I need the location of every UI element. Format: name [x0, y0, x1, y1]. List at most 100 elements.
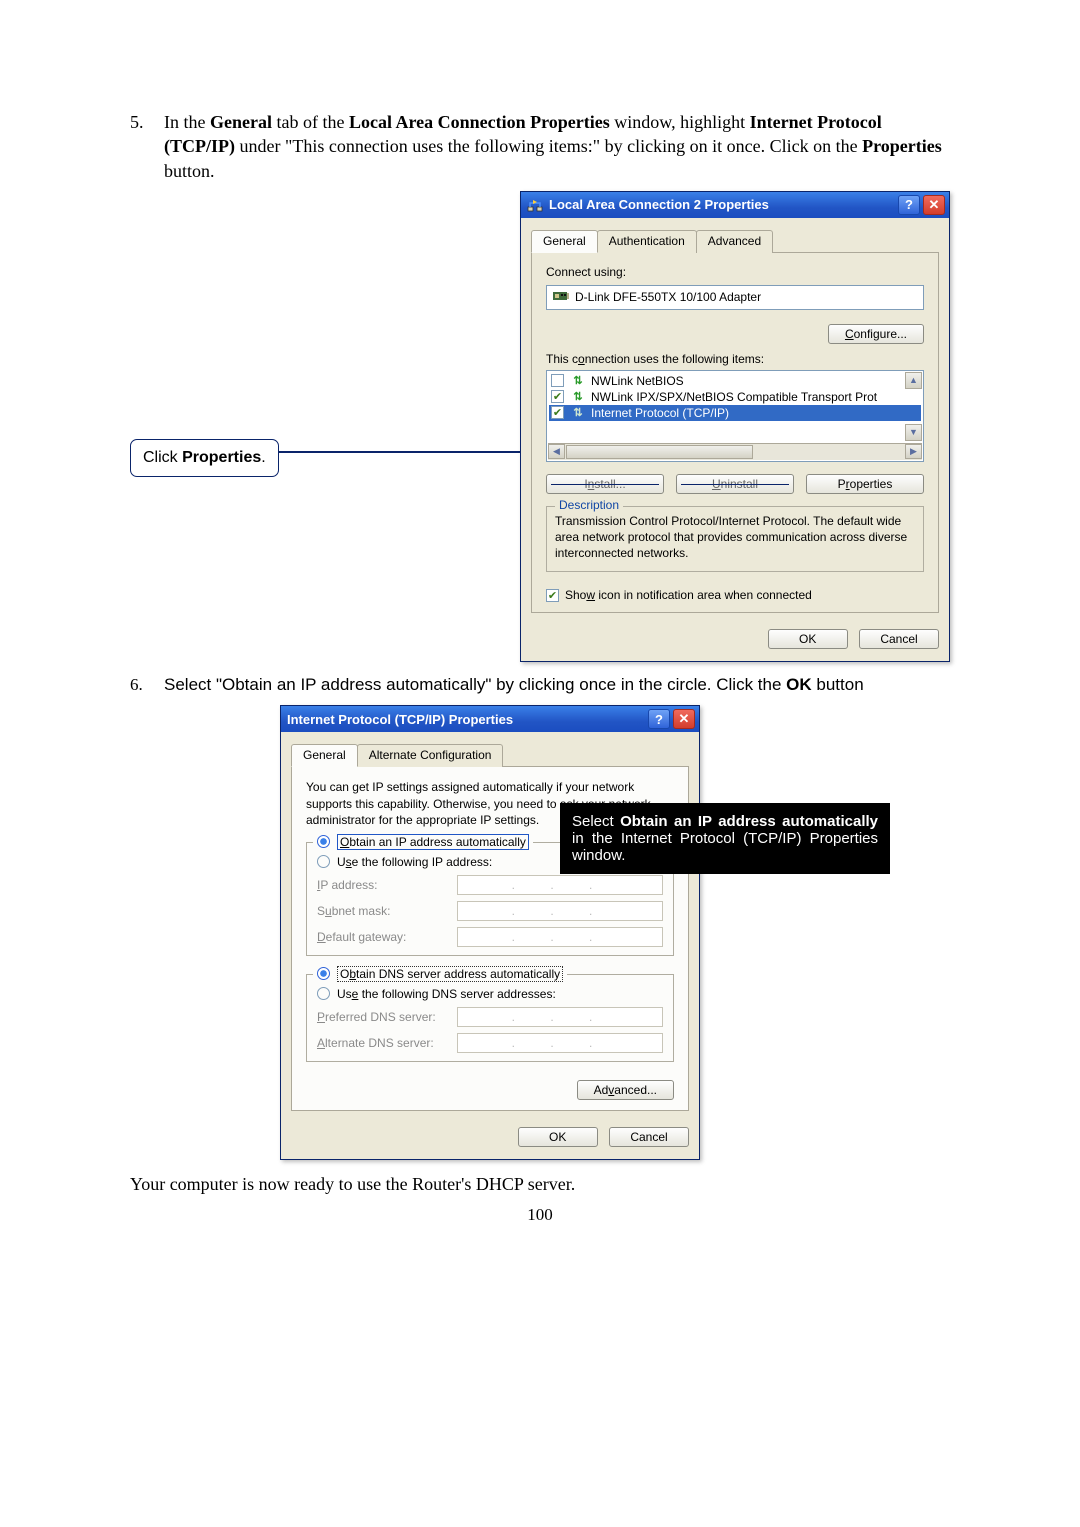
text-frag: button — [812, 675, 864, 694]
accel: n — [588, 477, 595, 491]
dialog-footer: OK Cancel — [291, 1111, 689, 1147]
radio-use-dns[interactable] — [317, 987, 330, 1000]
show-icon-checkbox-row[interactable]: ✔ Show icon in notification area when co… — [546, 588, 924, 602]
text-frag: under "This connection uses the followin… — [235, 136, 862, 156]
configure-button[interactable]: Configure... — [828, 324, 924, 344]
step-5: 5. In the General tab of the Local Area … — [130, 110, 950, 183]
scroll-down-icon[interactable]: ▼ — [905, 424, 922, 441]
accel: C — [845, 327, 854, 341]
local-area-connection-properties-dialog: Local Area Connection 2 Properties ? ✕ G… — [520, 191, 950, 663]
obtain-ip-label: Obtain an IP address automatically — [337, 834, 529, 850]
adapter-name: D-Link DFE-550TX 10/100 Adapter — [575, 290, 761, 304]
protocol-listbox[interactable]: ⇅ NWLink NetBIOS ✔ ⇅ NWLink IPX/SPX/NetB… — [546, 370, 924, 462]
advanced-button[interactable]: Advanced... — [577, 1080, 674, 1100]
accel: r — [846, 477, 850, 491]
list-item-tcpip[interactable]: ✔ ⇅ Internet Protocol (TCP/IP) — [549, 405, 921, 421]
tab-advanced[interactable]: Advanced — [696, 230, 773, 253]
tab-general[interactable]: General — [291, 744, 358, 767]
items-label: This connection uses the following items… — [546, 352, 924, 366]
text-bold: Properties — [862, 136, 942, 156]
obtain-dns-label: Obtain DNS server address automatically — [337, 966, 563, 982]
dialog-title: Internet Protocol (TCP/IP) Properties — [287, 712, 645, 727]
radio-obtain-ip[interactable] — [317, 835, 330, 848]
list-item-label: NWLink IPX/SPX/NetBIOS Compatible Transp… — [591, 390, 877, 404]
close-button[interactable]: ✕ — [673, 709, 695, 729]
help-button[interactable]: ? — [648, 709, 670, 729]
protocol-icon: ⇅ — [570, 390, 586, 403]
callout-text: Click — [143, 449, 182, 466]
dialog-titlebar: Local Area Connection 2 Properties ? ✕ — [521, 192, 949, 218]
subnet-mask-label: Subnet mask: — [317, 904, 457, 918]
list-item-nwlink-netbios[interactable]: ⇅ NWLink NetBIOS — [549, 373, 921, 389]
list-item-nwlink-ipx[interactable]: ✔ ⇅ NWLink IPX/SPX/NetBIOS Compatible Tr… — [549, 389, 921, 405]
step-text: Select "Obtain an IP address automatical… — [164, 674, 950, 697]
callout-bold: Properties — [182, 449, 261, 466]
scroll-up-icon[interactable]: ▲ — [905, 372, 922, 389]
radio-obtain-dns[interactable] — [317, 967, 330, 980]
accel: O — [340, 835, 349, 849]
checkbox-icon[interactable]: ✔ — [551, 390, 564, 403]
ok-button[interactable]: OK — [768, 629, 848, 649]
checkbox-icon[interactable]: ✔ — [546, 589, 559, 602]
scroll-right-icon[interactable]: ▶ — [905, 444, 922, 459]
dialog-footer: OK Cancel — [531, 613, 939, 649]
horizontal-scrollbar[interactable]: ◀ ▶ — [548, 443, 922, 460]
connect-using-label: Connect using: — [546, 265, 924, 279]
accel: s — [346, 855, 352, 869]
step-number: 5. — [130, 110, 164, 183]
uninstall-button[interactable]: Uninstall — [676, 474, 794, 494]
accel: U — [712, 477, 721, 491]
text-bold: General — [210, 112, 272, 132]
checkbox-icon[interactable]: ✔ — [551, 406, 564, 419]
text-frag: tab of the — [272, 112, 349, 132]
preferred-dns-input: . . . — [457, 1007, 663, 1027]
btn-rest: onfigure... — [854, 327, 907, 341]
step-text: In the General tab of the Local Area Con… — [164, 110, 950, 183]
text-frag: In the — [164, 112, 210, 132]
tab-general[interactable]: General — [531, 230, 598, 253]
text-bold: OK — [786, 675, 812, 694]
description-legend: Description — [555, 498, 623, 512]
scroll-left-icon[interactable]: ◀ — [548, 444, 565, 459]
show-icon-label: Show icon in notification area when conn… — [565, 588, 812, 602]
callout-click-properties: Click Properties. — [130, 439, 279, 477]
install-button[interactable]: Install... — [546, 474, 664, 494]
text-frag: Select "Obtain an IP address automatical… — [164, 675, 786, 694]
dialog-titlebar: Internet Protocol (TCP/IP) Properties ? … — [281, 706, 699, 732]
vertical-scrollbar[interactable]: ▲ ▼ — [905, 372, 922, 441]
subnet-mask-input: . . . — [457, 901, 663, 921]
overlay-bold: Obtain an IP address automatically — [620, 813, 878, 830]
dns-group: Obtain DNS server address automatically … — [306, 974, 674, 1062]
text-bold: Local Area Connection Properties — [349, 112, 610, 132]
dialog-title: Local Area Connection 2 Properties — [549, 197, 895, 212]
adapter-field: D-Link DFE-550TX 10/100 Adapter — [546, 285, 924, 310]
alternate-dns-label: Alternate DNS server: — [317, 1036, 457, 1050]
tab-alternate-configuration[interactable]: Alternate Configuration — [357, 744, 504, 767]
checkbox-icon[interactable] — [551, 374, 564, 387]
close-button[interactable]: ✕ — [923, 195, 945, 215]
help-button[interactable]: ? — [898, 195, 920, 215]
accel: o — [578, 352, 585, 366]
cancel-button[interactable]: Cancel — [609, 1127, 689, 1147]
text-frag: window, highlight — [610, 112, 750, 132]
list-item-label: Internet Protocol (TCP/IP) — [591, 406, 729, 420]
callout-text: . — [261, 449, 265, 466]
default-gateway-input: . . . — [457, 927, 663, 947]
network-card-icon — [553, 290, 569, 305]
properties-button[interactable]: Properties — [806, 474, 924, 494]
cancel-button[interactable]: Cancel — [859, 629, 939, 649]
default-gateway-label: Default gateway: — [317, 930, 457, 944]
ok-button[interactable]: OK — [518, 1127, 598, 1147]
radio-use-ip[interactable] — [317, 855, 330, 868]
dialog-tabs: General Authentication Advanced — [531, 229, 939, 253]
ip-address-label: IP address: — [317, 878, 457, 892]
callout-leader-line — [279, 451, 520, 453]
accel: v — [608, 1083, 614, 1097]
tab-authentication[interactable]: Authentication — [597, 230, 697, 253]
protocol-icon: ⇅ — [570, 406, 586, 419]
accel: b — [349, 967, 356, 981]
connection-icon — [527, 197, 543, 213]
tcpip-properties-dialog: Internet Protocol (TCP/IP) Properties ? … — [280, 705, 700, 1160]
step-number: 6. — [130, 674, 164, 697]
preferred-dns-label: Preferred DNS server: — [317, 1010, 457, 1024]
